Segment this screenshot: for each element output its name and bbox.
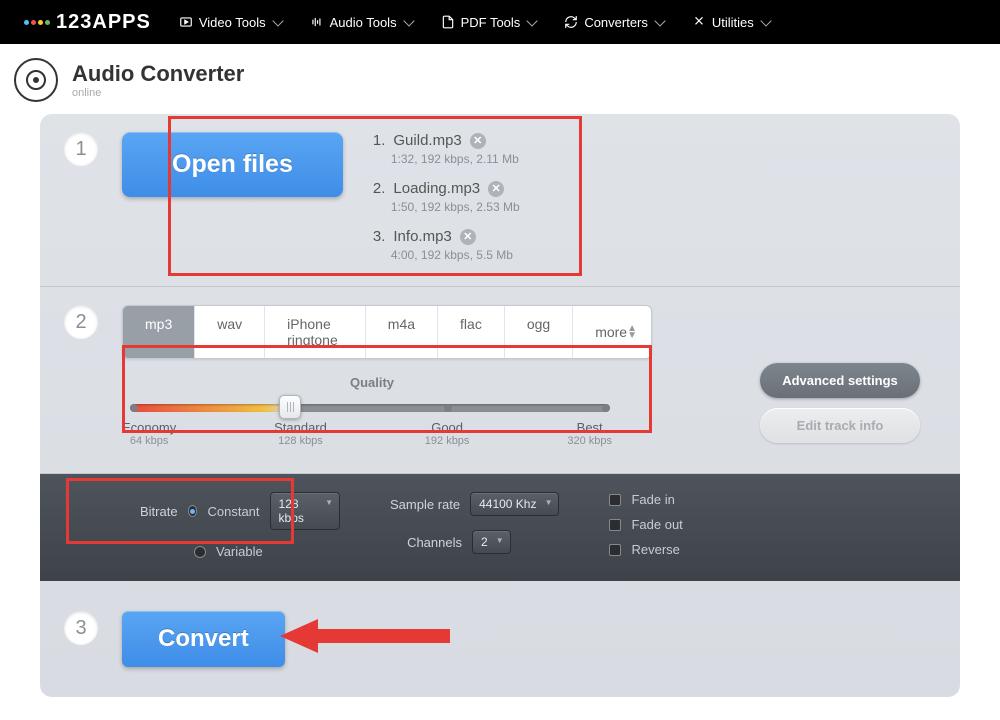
radio-constant[interactable] [188, 505, 198, 517]
tab-mp3[interactable]: mp3 [123, 306, 195, 358]
nav-label: PDF Tools [461, 15, 521, 30]
checkbox-reverse[interactable] [609, 544, 621, 556]
logo-text: 123APPS [56, 11, 151, 34]
page-header: Audio Converter online [0, 44, 1000, 114]
file-meta: 1:32, 192 kbps, 2.11 Mb [391, 152, 520, 166]
page-subtitle: online [72, 87, 244, 99]
tab-wav[interactable]: wav [195, 306, 265, 358]
chevron-down-icon [654, 15, 665, 26]
quality-tick-economy: Economy64 kbps [122, 420, 176, 447]
nav-label: Converters [584, 15, 648, 30]
step-number-2: 2 [64, 305, 98, 339]
section-1: 1 Open files 1. Guild.mp3 ✕ 1:32, 192 kb… [40, 114, 960, 287]
slider-handle[interactable] [279, 395, 301, 419]
nav-label: Utilities [712, 15, 754, 30]
top-nav: 123APPS Video Tools Audio Tools PDF Tool… [0, 0, 1000, 44]
quality-tick-good: Good192 kbps [425, 420, 470, 447]
step-number-1: 1 [64, 132, 98, 166]
remove-file-button[interactable]: ✕ [460, 229, 476, 245]
chevron-down-icon [403, 15, 414, 26]
audio-icon [310, 15, 324, 29]
quality-ticks: Economy64 kbps Standard128 kbps Good192 … [122, 420, 612, 447]
tab-m4a[interactable]: m4a [366, 306, 438, 358]
file-name: Guild.mp3 [393, 132, 461, 149]
chevron-down-icon [760, 15, 771, 26]
remove-file-button[interactable]: ✕ [488, 181, 504, 197]
file-name: Loading.mp3 [393, 180, 480, 197]
file-name: Info.mp3 [393, 228, 451, 245]
fadein-label: Fade in [631, 492, 674, 507]
reverse-label: Reverse [631, 542, 679, 557]
quality-label: Quality [122, 375, 622, 390]
file-index: 3. [373, 228, 386, 245]
nav-pdf-tools[interactable]: PDF Tools [441, 15, 537, 30]
nav-label: Audio Tools [330, 15, 397, 30]
convert-button[interactable]: Convert [122, 611, 285, 667]
file-meta: 4:00, 192 kbps, 5.5 Mb [391, 248, 520, 262]
step-number-3: 3 [64, 611, 98, 645]
chevron-down-icon [272, 15, 283, 26]
main-panel: 1 Open files 1. Guild.mp3 ✕ 1:32, 192 kb… [40, 114, 960, 697]
radio-constant-label: Constant [207, 504, 259, 519]
nav-label: Video Tools [199, 15, 266, 30]
edit-track-info-button[interactable]: Edit track info [760, 408, 920, 443]
radio-variable[interactable] [194, 546, 206, 558]
utilities-icon [692, 15, 706, 29]
quality-slider[interactable] [130, 404, 610, 412]
arrow-annotation-icon [280, 611, 450, 661]
file-index: 1. [373, 132, 386, 149]
chevron-down-icon [527, 15, 538, 26]
channels-select[interactable]: 2 [472, 530, 511, 554]
remove-file-button[interactable]: ✕ [470, 133, 486, 149]
checkbox-fadein[interactable] [609, 494, 621, 506]
pdf-icon [441, 15, 455, 29]
section-3: 3 Convert [40, 581, 960, 697]
section-2: 2 mp3 wav iPhone ringtone m4a flac ogg m… [40, 287, 960, 474]
tab-iphone[interactable]: iPhone ringtone [265, 306, 366, 358]
tab-ogg[interactable]: ogg [505, 306, 573, 358]
file-item: 2. Loading.mp3 ✕ 1:50, 192 kbps, 2.53 Mb [373, 180, 520, 214]
advanced-settings-panel: Bitrate Constant 128 kbps Variable Sampl… [40, 474, 960, 581]
open-files-button[interactable]: Open files [122, 132, 343, 197]
file-meta: 1:50, 192 kbps, 2.53 Mb [391, 200, 520, 214]
file-list: 1. Guild.mp3 ✕ 1:32, 192 kbps, 2.11 Mb 2… [373, 132, 520, 262]
tab-flac[interactable]: flac [438, 306, 505, 358]
file-index: 2. [373, 180, 386, 197]
logo-dots-icon [24, 20, 50, 25]
tab-label: more [595, 324, 627, 340]
page-title: Audio Converter [72, 61, 244, 87]
bitrate-label: Bitrate [140, 504, 178, 519]
file-item: 1. Guild.mp3 ✕ 1:32, 192 kbps, 2.11 Mb [373, 132, 520, 166]
quality-tick-standard: Standard128 kbps [274, 420, 327, 447]
tab-more[interactable]: more ▲▼ [573, 306, 651, 358]
file-item: 3. Info.mp3 ✕ 4:00, 192 kbps, 5.5 Mb [373, 228, 520, 262]
samplerate-select[interactable]: 44100 Khz [470, 492, 559, 516]
updown-icon: ▲▼ [627, 325, 637, 339]
nav-converters[interactable]: Converters [564, 15, 664, 30]
samplerate-label: Sample rate [390, 497, 460, 512]
radio-variable-label: Variable [216, 544, 263, 559]
app-icon [14, 58, 58, 102]
nav-video-tools[interactable]: Video Tools [179, 15, 282, 30]
converter-icon [564, 15, 578, 29]
video-icon [179, 15, 193, 29]
channels-label: Channels [390, 535, 462, 550]
advanced-settings-button[interactable]: Advanced settings [760, 363, 920, 398]
checkbox-fadeout[interactable] [609, 519, 621, 531]
logo[interactable]: 123APPS [24, 11, 151, 34]
quality-tick-best: Best320 kbps [567, 420, 612, 447]
nav-audio-tools[interactable]: Audio Tools [310, 15, 413, 30]
fadeout-label: Fade out [631, 517, 682, 532]
nav-utilities[interactable]: Utilities [692, 15, 770, 30]
bitrate-select[interactable]: 128 kbps [270, 492, 340, 530]
format-tabs: mp3 wav iPhone ringtone m4a flac ogg mor… [122, 305, 652, 359]
